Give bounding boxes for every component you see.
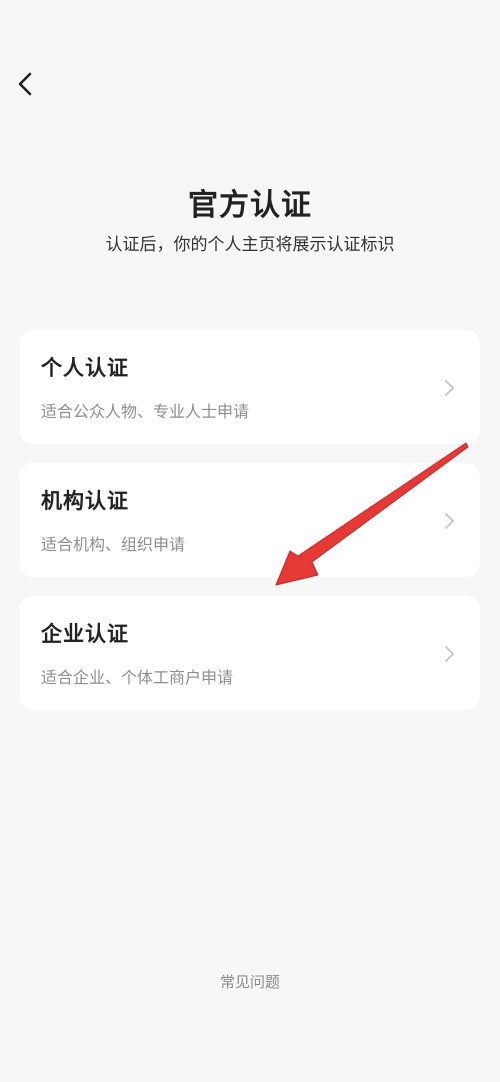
- chevron-left-icon: [18, 72, 32, 96]
- chevron-right-icon: [445, 513, 454, 529]
- option-description: 适合机构、组织申请: [41, 535, 186, 554]
- option-description: 适合公众人物、专业人士申请: [41, 402, 250, 421]
- personal-verification-option[interactable]: 个人认证 适合公众人物、专业人士申请: [19, 330, 480, 444]
- chevron-right-icon: [445, 380, 454, 396]
- option-title: 机构认证: [41, 489, 129, 513]
- option-title: 企业认证: [41, 622, 129, 646]
- chevron-right-icon: [445, 646, 454, 662]
- organization-verification-option[interactable]: 机构认证 适合机构、组织申请: [19, 463, 480, 577]
- back-button[interactable]: [10, 64, 46, 104]
- page-subtitle: 认证后，你的个人主页将展示认证标识: [105, 235, 395, 255]
- enterprise-verification-option[interactable]: 企业认证 适合企业、个体工商户申请: [19, 596, 480, 710]
- faq-label[interactable]: 常见问题: [220, 973, 280, 991]
- page-title: 官方认证: [188, 188, 312, 223]
- option-title: 个人认证: [41, 356, 129, 380]
- faq-link[interactable]: 常见问题: [0, 971, 500, 992]
- option-description: 适合企业、个体工商户申请: [41, 668, 234, 687]
